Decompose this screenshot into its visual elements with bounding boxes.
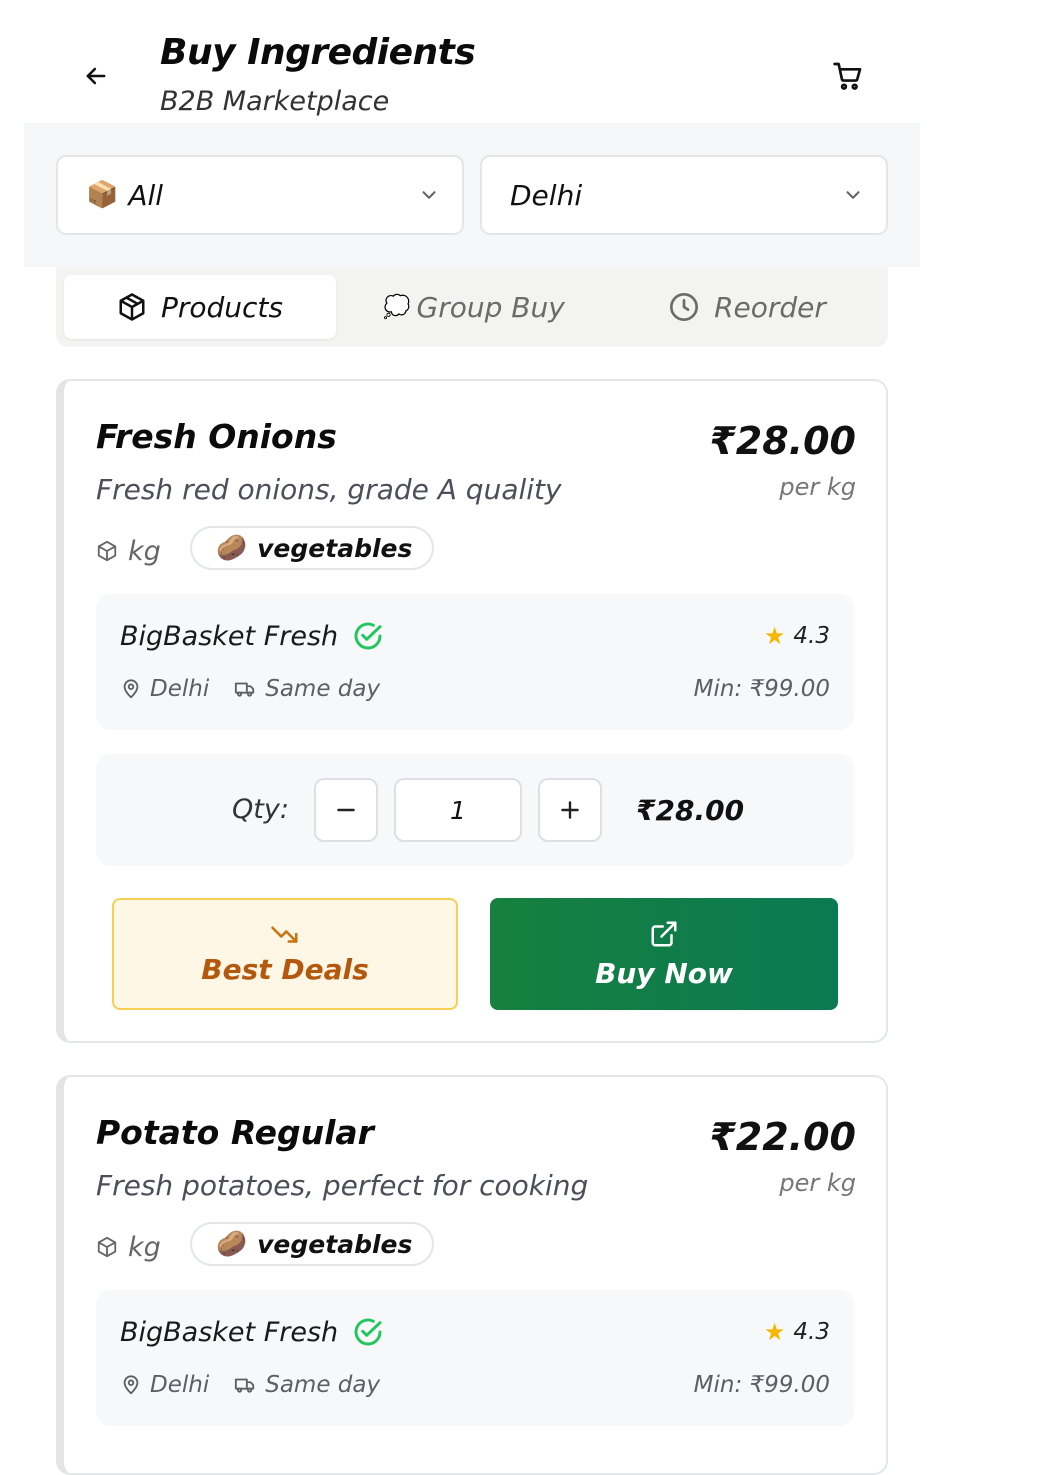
box-emoji-icon: 📦	[86, 180, 119, 210]
best-deals-button[interactable]: Best Deals	[112, 898, 458, 1010]
qty-label: Qty:	[232, 794, 289, 825]
category-badge-label: vegetables	[257, 1229, 413, 1259]
star-icon: ★	[763, 622, 786, 650]
supplier-rating: ★ 4.3	[764, 1318, 830, 1346]
star-icon: ★	[763, 1318, 786, 1346]
truck-icon	[235, 1378, 255, 1393]
product-card: Fresh Onions Fresh red onions, grade A q…	[56, 379, 888, 1043]
quantity-panel: Qty: 1 ₹28.00	[96, 754, 854, 866]
arrow-left-icon	[86, 67, 106, 85]
quantity-input[interactable]: 1	[394, 778, 522, 842]
truck-icon	[235, 682, 255, 697]
city-select-value: Delhi	[510, 178, 583, 212]
supplier-name-text: BigBasket Fresh	[120, 1316, 339, 1348]
product-unit-label: per kg	[779, 1169, 856, 1197]
minus-icon	[337, 808, 355, 812]
map-pin-icon	[123, 679, 139, 699]
buy-now-label: Buy Now	[595, 956, 733, 990]
cart-button[interactable]	[826, 54, 870, 98]
cart-icon	[833, 62, 862, 90]
tab-bar: Products 💭 Group Buy Reorder	[56, 267, 888, 347]
best-deals-label: Best Deals	[201, 952, 369, 986]
category-badge: 🥔 vegetables	[190, 1222, 435, 1266]
supplier-delivery: Same day	[265, 676, 381, 702]
category-badge-label: vegetables	[257, 533, 413, 563]
qty-total: ₹28.00	[636, 794, 745, 827]
tab-group-buy[interactable]: 💭 Group Buy	[338, 275, 610, 339]
chevron-down-icon	[846, 191, 860, 199]
supplier-rating: ★ 4.3	[764, 622, 830, 650]
external-link-icon	[651, 921, 677, 946]
verified-check-icon	[354, 622, 382, 650]
supplier-meta: Delhi Same day	[120, 1372, 380, 1398]
verified-check-icon	[354, 1318, 382, 1346]
supplier-name: BigBasket Fresh	[120, 1316, 384, 1348]
back-button[interactable]	[72, 52, 120, 100]
tab-group-buy-label: Group Buy	[416, 290, 565, 324]
product-name: Potato Regular	[96, 1113, 374, 1152]
supplier-min-order: Min: ₹99.00	[693, 1372, 830, 1398]
category-select[interactable]: 📦 All	[56, 155, 464, 235]
chevron-down-icon	[422, 191, 436, 199]
tab-products-label: Products	[160, 290, 283, 324]
map-pin-icon	[123, 1375, 139, 1395]
page-title: Buy Ingredients	[160, 32, 476, 73]
tab-products[interactable]: Products	[64, 275, 336, 339]
product-unit-text: kg	[128, 535, 161, 567]
trending-down-icon	[271, 926, 298, 943]
product-unit: kg	[96, 1225, 161, 1269]
supplier-name-text: BigBasket Fresh	[120, 620, 339, 652]
product-name: Fresh Onions	[96, 417, 337, 456]
potato-icon: 🥔	[216, 533, 248, 562]
supplier-meta: Delhi Same day	[120, 676, 380, 702]
product-description: Fresh potatoes, perfect for cooking	[96, 1169, 589, 1202]
product-unit-label: per kg	[779, 473, 856, 501]
buy-now-button[interactable]: Buy Now	[490, 898, 838, 1010]
tab-reorder[interactable]: Reorder	[612, 275, 882, 339]
supplier-min-order: Min: ₹99.00	[693, 676, 830, 702]
supplier-panel: BigBasket Fresh ★ 4.3 Delhi Same day Min…	[96, 594, 854, 730]
potato-icon: 🥔	[216, 1229, 248, 1258]
supplier-rating-value: 4.3	[793, 1319, 830, 1345]
product-card: Potato Regular Fresh potatoes, perfect f…	[56, 1075, 888, 1475]
page-subtitle: B2B Marketplace	[160, 86, 390, 117]
supplier-panel: BigBasket Fresh ★ 4.3 Delhi Same day Min…	[96, 1290, 854, 1426]
box-icon	[97, 1236, 117, 1258]
box-icon	[97, 540, 117, 562]
tab-reorder-label: Reorder	[714, 290, 826, 324]
increment-button[interactable]	[538, 778, 602, 842]
product-unit-text: kg	[128, 1231, 161, 1263]
supplier-rating-value: 4.3	[793, 623, 830, 649]
category-select-value: All	[128, 178, 164, 212]
box-icon	[119, 293, 145, 321]
product-price: ₹28.00	[709, 419, 856, 463]
decrement-button[interactable]	[314, 778, 378, 842]
product-price: ₹22.00	[709, 1115, 856, 1159]
supplier-city: Delhi	[150, 1372, 210, 1398]
clock-icon	[670, 293, 699, 321]
speech-bubble-icon: 💭	[383, 294, 411, 320]
supplier-name: BigBasket Fresh	[120, 620, 384, 652]
product-description: Fresh red onions, grade A quality	[96, 473, 562, 506]
supplier-city: Delhi	[150, 676, 210, 702]
city-select[interactable]: Delhi	[480, 155, 888, 235]
plus-icon	[561, 801, 579, 819]
product-unit: kg	[96, 529, 161, 573]
category-badge: 🥔 vegetables	[190, 526, 435, 570]
supplier-delivery: Same day	[265, 1372, 381, 1398]
